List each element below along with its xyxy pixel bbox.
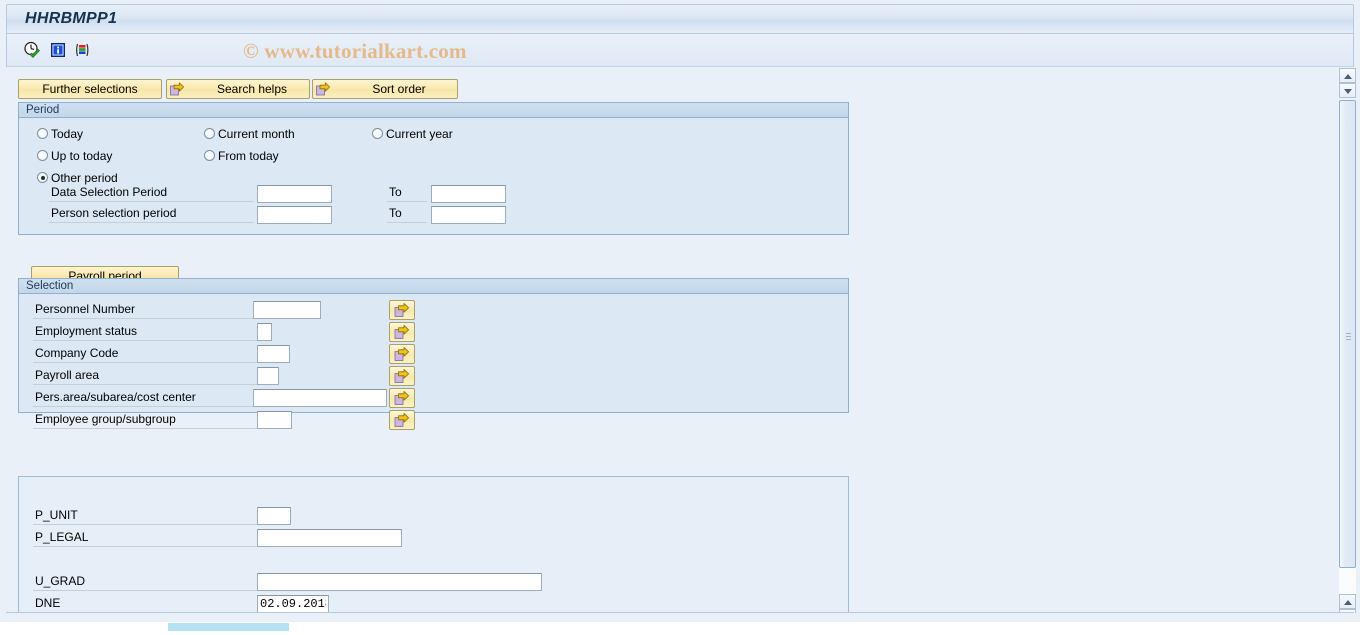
period-panel-title: Period xyxy=(19,103,848,118)
scrollbar-grip-line xyxy=(1346,336,1351,337)
radio-current-month-label: Current month xyxy=(218,127,295,141)
data-selection-period-from-input[interactable] xyxy=(257,185,332,203)
employee-group-subgroup-label: Employee group/subgroup xyxy=(33,412,266,429)
scrollbar-grip-line xyxy=(1346,333,1351,334)
personnel-number-label: Personnel Number xyxy=(33,302,266,319)
person-selection-period-label: Person selection period xyxy=(49,206,254,223)
payroll-area-label: Payroll area xyxy=(33,368,266,385)
sap-application-window: HHRBMPP1 © www.tutorialkart.com Further … xyxy=(0,0,1360,635)
company-code-label: Company Code xyxy=(33,346,266,363)
yellow-arrow-icon xyxy=(169,81,185,97)
yellow-arrow-icon xyxy=(315,81,331,97)
vertical-scrollbar-track[interactable] xyxy=(1339,568,1356,594)
multiple-selection-arrow-icon xyxy=(394,324,410,340)
scroll-page-down-button[interactable] xyxy=(1339,594,1356,609)
radio-current-year[interactable]: Current year xyxy=(372,127,453,141)
employment-status-label: Employment status xyxy=(33,324,266,341)
period-group-panel: Period Today Current month Current year … xyxy=(18,102,849,286)
further-selections-label: Further selections xyxy=(42,82,138,96)
info-icon[interactable] xyxy=(49,41,67,59)
employment-status-multiple-selection-button[interactable] xyxy=(389,322,415,342)
company-code-input[interactable] xyxy=(257,345,290,363)
scrollbar-grip-line xyxy=(1346,339,1351,340)
radio-up-to-today-dot[interactable] xyxy=(37,150,48,161)
employee-group-subgroup-input[interactable] xyxy=(257,411,292,429)
employment-status-input[interactable] xyxy=(257,323,272,341)
personnel-number-input[interactable] xyxy=(253,301,321,319)
data-selection-period-to-input[interactable] xyxy=(431,185,506,203)
chevron-up-icon xyxy=(1344,600,1352,605)
multiple-selection-arrow-icon xyxy=(394,390,410,406)
radio-current-month[interactable]: Current month xyxy=(204,127,295,141)
u-grad-input[interactable] xyxy=(257,573,542,591)
radio-today-dot[interactable] xyxy=(37,128,48,139)
chevron-down-icon xyxy=(1344,89,1352,94)
sort-order-button[interactable]: Sort order xyxy=(312,79,458,99)
p-unit-label: P_UNIT xyxy=(33,508,266,525)
radio-other-period-label: Other period xyxy=(51,171,118,185)
radio-current-year-label: Current year xyxy=(386,127,453,141)
selection-group-panel: Selection Personnel Number Employment st… xyxy=(18,278,849,430)
radio-from-today-label: From today xyxy=(218,149,279,163)
search-helps-button[interactable]: Search helps xyxy=(166,79,310,99)
u-grad-label: U_GRAD xyxy=(33,574,266,591)
person-selection-period-from-input[interactable] xyxy=(257,206,332,224)
radio-today[interactable]: Today xyxy=(37,127,83,141)
horizontal-scrollbar[interactable] xyxy=(0,622,1360,635)
multiple-selection-arrow-icon xyxy=(394,368,410,384)
further-selections-button[interactable]: Further selections xyxy=(18,79,162,99)
person-selection-period-to-input[interactable] xyxy=(431,206,506,224)
window-bottom-strip xyxy=(0,613,1360,622)
dne-label: DNE xyxy=(33,596,266,613)
execute-clock-icon[interactable] xyxy=(23,41,41,59)
vertical-scrollbar-thumb[interactable] xyxy=(1339,100,1356,568)
personnel-number-multiple-selection-button[interactable] xyxy=(389,300,415,320)
payroll-area-multiple-selection-button[interactable] xyxy=(389,366,415,386)
radio-from-today[interactable]: From today xyxy=(204,149,279,163)
radio-today-label: Today xyxy=(51,127,84,141)
search-helps-label: Search helps xyxy=(216,82,288,96)
radio-other-period-dot[interactable] xyxy=(37,172,48,183)
radio-from-today-dot[interactable] xyxy=(204,150,215,161)
radio-other-period[interactable]: Other period xyxy=(37,171,118,185)
multiple-selection-arrow-icon xyxy=(394,346,410,362)
radio-current-month-dot[interactable] xyxy=(204,128,215,139)
pers-area-subarea-cost-center-label: Pers.area/subarea/cost center xyxy=(33,390,266,407)
data-selection-period-to-label: To xyxy=(387,185,427,202)
p-unit-input[interactable] xyxy=(257,507,291,525)
custom-parameters-panel: P_UNIT P_LEGAL U_GRAD DNE xyxy=(18,476,849,616)
radio-up-to-today-label: Up to today xyxy=(51,149,113,163)
multiple-selection-arrow-icon xyxy=(394,302,410,318)
employee-group-multiple-selection-button[interactable] xyxy=(389,410,415,430)
chevron-up-icon xyxy=(1344,74,1352,79)
application-toolbar xyxy=(6,34,1354,67)
window-title-bar: HHRBMPP1 xyxy=(6,4,1354,34)
pers-area-multiple-selection-button[interactable] xyxy=(389,388,415,408)
dne-date-input[interactable] xyxy=(257,595,329,613)
person-selection-period-to-label: To xyxy=(387,206,427,223)
selection-screen-content: Further selections Search helps Sort ord… xyxy=(6,68,1328,616)
radio-current-year-dot[interactable] xyxy=(372,128,383,139)
selection-panel-title: Selection xyxy=(19,279,848,294)
sort-order-label: Sort order xyxy=(372,82,426,96)
vertical-scrollbar[interactable] xyxy=(1339,68,1356,624)
scroll-up-button[interactable] xyxy=(1339,68,1356,83)
company-code-multiple-selection-button[interactable] xyxy=(389,344,415,364)
data-selection-period-label: Data Selection Period xyxy=(49,185,254,202)
horizontal-scrollbar-thumb[interactable] xyxy=(168,623,289,631)
scroll-page-up-button[interactable] xyxy=(1339,83,1356,98)
p-legal-label: P_LEGAL xyxy=(33,530,266,547)
page-title: HHRBMPP1 xyxy=(25,10,118,27)
multiple-selection-arrow-icon xyxy=(394,412,410,428)
variant-icon[interactable] xyxy=(73,41,91,59)
radio-up-to-today[interactable]: Up to today xyxy=(37,149,112,163)
pers-area-subarea-cost-center-input[interactable] xyxy=(253,389,387,407)
payroll-area-input[interactable] xyxy=(257,367,279,385)
p-legal-input[interactable] xyxy=(257,529,402,547)
